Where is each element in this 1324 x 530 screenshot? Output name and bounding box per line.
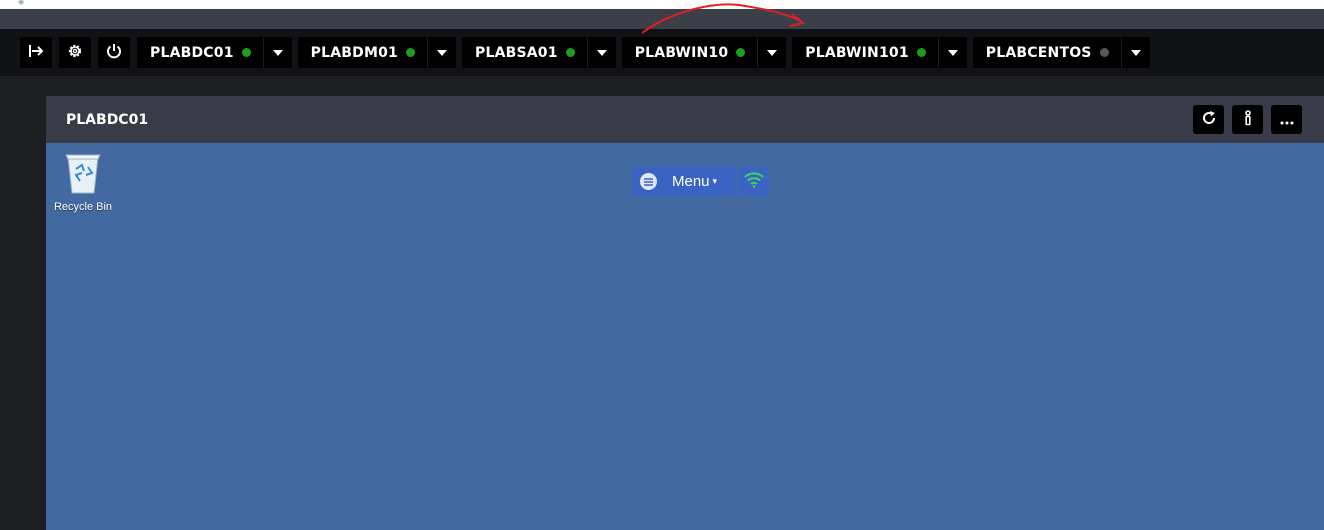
tab-dropdown[interactable]	[1120, 37, 1150, 68]
panel-title: PLABDC01	[66, 111, 149, 128]
panel-actions	[1185, 105, 1302, 134]
caret-down-icon	[272, 49, 283, 56]
status-offline-dot	[1099, 48, 1109, 57]
caret-down-icon	[437, 49, 447, 56]
tab-dropdown[interactable]	[937, 37, 967, 68]
remote-menu-bar: Menu ▾	[632, 167, 769, 196]
menu-label: Menu	[672, 173, 710, 190]
wifi-icon	[743, 171, 764, 192]
info-icon	[1243, 109, 1253, 130]
tab-plabsa01[interactable]: PLABSA01	[462, 37, 616, 68]
tab-plabwin101[interactable]: PLABWIN101	[792, 37, 967, 68]
tab-plabdc01[interactable]: PLABDC01	[137, 37, 292, 68]
header-bar	[0, 9, 1324, 29]
status-online-dot	[406, 48, 415, 57]
tab-dropdown[interactable]	[757, 37, 786, 68]
tab-dropdown[interactable]	[427, 37, 456, 68]
menu-arrow: ▾	[712, 176, 718, 187]
brand-logo: ◉	[18, 0, 25, 6]
recycle-bin-icon	[62, 154, 104, 199]
panel-header: PLABDC01	[46, 96, 1324, 143]
recycle-bin[interactable]: Recycle Bin	[49, 151, 117, 213]
settings-button[interactable]	[59, 37, 91, 68]
more-options-button[interactable]	[1271, 105, 1302, 134]
tab-plabcentos[interactable]: PLABCENTOS	[972, 37, 1150, 68]
menu-button[interactable]: Menu ▾	[632, 167, 735, 196]
connection-status-button[interactable]	[738, 167, 769, 196]
tab-label: PLABWIN10	[634, 44, 729, 61]
power-icon	[106, 43, 122, 63]
top-strip: ◉	[0, 0, 1324, 9]
status-online-dot	[916, 48, 926, 57]
tab-label: PLABDM01	[310, 44, 398, 61]
status-online-dot	[565, 48, 575, 57]
caret-down-icon	[767, 49, 778, 56]
gear-icon	[67, 43, 83, 63]
sign-out-icon	[28, 43, 44, 62]
tab-dropdown[interactable]	[262, 37, 292, 68]
tab-plabwin10[interactable]: PLABWIN10	[621, 37, 787, 68]
tab-plabdm01[interactable]: PLABDM01	[297, 37, 456, 68]
menu-list-icon	[640, 173, 657, 190]
sign-out-button[interactable]	[20, 37, 52, 68]
status-online-dot	[736, 48, 746, 57]
refresh-button[interactable]	[1193, 105, 1224, 134]
more-icon	[1280, 110, 1294, 129]
tab-label: PLABWIN101	[805, 44, 909, 61]
tab-label: PLABCENTOS	[985, 44, 1092, 61]
power-button[interactable]	[98, 37, 130, 68]
tab-dropdown[interactable]	[586, 37, 616, 68]
info-button[interactable]	[1232, 105, 1263, 134]
tab-label: PLABSA01	[475, 44, 558, 61]
caret-down-icon	[1130, 49, 1141, 56]
left-sidebar	[0, 76, 46, 530]
remote-desktop-panel: PLABDC01 Recycle Bin Menu ▾	[46, 96, 1324, 530]
machine-toolbar: PLABDC01 PLABDM01 PLABSA01 PLABWIN10 PLA…	[0, 29, 1324, 76]
recycle-bin-label: Recycle Bin	[53, 201, 113, 213]
caret-down-icon	[947, 49, 958, 56]
caret-down-icon	[596, 49, 607, 56]
tab-label: PLABDC01	[150, 44, 234, 61]
refresh-icon	[1201, 110, 1217, 130]
status-online-dot	[241, 48, 251, 57]
